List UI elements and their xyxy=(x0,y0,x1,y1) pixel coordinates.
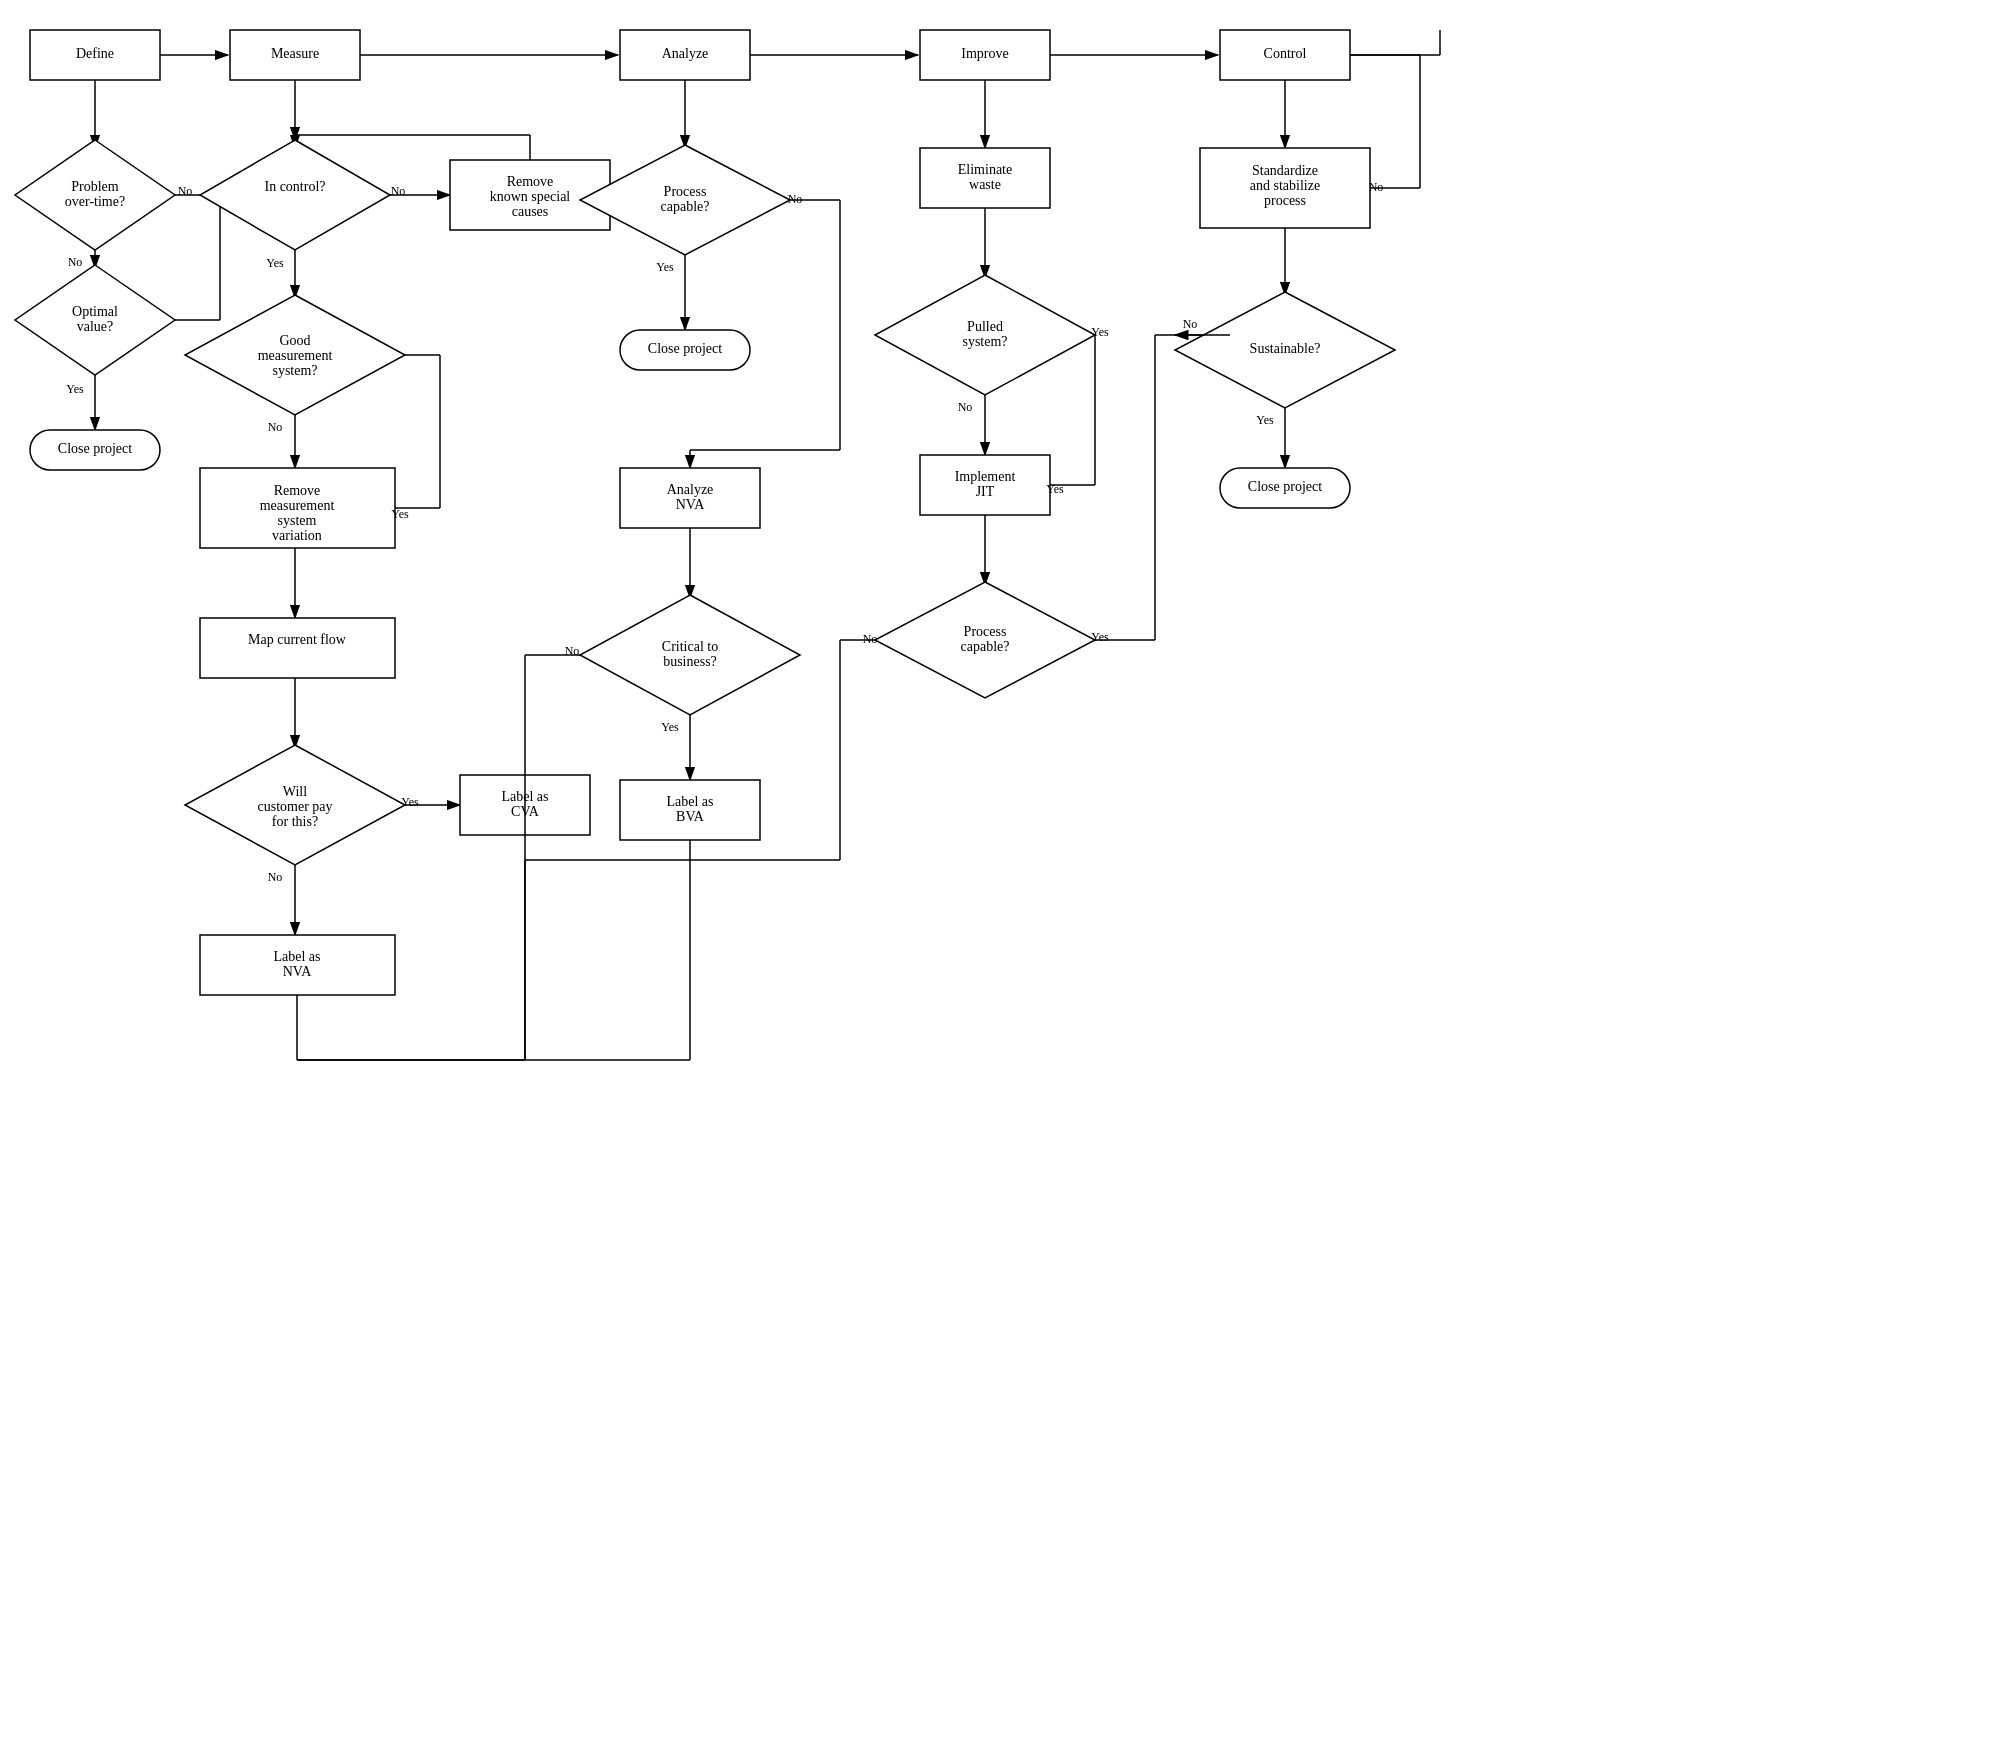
problem-overtime-text1: Problem xyxy=(71,179,119,194)
yes-label-process2: Yes xyxy=(1091,630,1109,644)
remove-special-text2: known special xyxy=(490,189,571,204)
remove-meas-text4: variation xyxy=(272,528,322,543)
process-cap1-text2: capable? xyxy=(661,199,710,214)
close-project-3-text: Close project xyxy=(1248,479,1322,494)
willpay-text3: for this? xyxy=(272,814,318,829)
map-current-flow-box xyxy=(200,618,395,678)
analyze-nva-text2: NVA xyxy=(676,497,705,512)
no-label-pulled: No xyxy=(958,400,973,414)
problem-overtime-text2: over-time? xyxy=(65,194,125,209)
process-cap2-text2: capable? xyxy=(961,639,1010,654)
analyze-nva-text1: Analyze xyxy=(667,482,714,497)
willpay-text1: Will xyxy=(283,784,307,799)
no-label-goodmeas: No xyxy=(268,420,283,434)
critical-text2: business? xyxy=(663,654,717,669)
process-cap2-text1: Process xyxy=(964,624,1007,639)
yes-label-pulled: Yes xyxy=(1091,325,1109,339)
sustainable-text: Sustainable? xyxy=(1250,341,1321,356)
define-label: Define xyxy=(76,46,114,61)
improve-label: Improve xyxy=(961,46,1008,61)
critical-text1: Critical to xyxy=(662,639,718,654)
standardize-text2: and stabilize xyxy=(1250,178,1320,193)
yes-label-incontrol: Yes xyxy=(266,256,284,270)
no-label-process1: No xyxy=(788,192,803,206)
yes-label-optimal: Yes xyxy=(66,382,84,396)
yes-label-willpay: Yes xyxy=(401,795,419,809)
no-label-process2: No xyxy=(863,632,878,646)
yes-label-jit: Yes xyxy=(1046,482,1064,496)
standardize-text3: process xyxy=(1264,193,1306,208)
jit-text1: Implement xyxy=(955,469,1016,484)
good-meas-text1: Good xyxy=(279,333,310,348)
eliminate-text2: waste xyxy=(969,177,1001,192)
label-bva-text2: BVA xyxy=(676,809,705,824)
pulled-text1: Pulled xyxy=(967,319,1003,334)
no-label-willpay: No xyxy=(268,870,283,884)
diamond-in-control xyxy=(200,140,390,250)
measure-label: Measure xyxy=(271,46,319,61)
map-current-text1: Map current flow xyxy=(248,632,347,647)
close-project-1-text: Close project xyxy=(58,441,132,456)
no-label-down-problem: No xyxy=(68,255,83,269)
willpay-text2: customer pay xyxy=(257,799,332,814)
diagram-container: Define Measure Analyze Improve Control P… xyxy=(0,0,2000,1754)
no-label-sustainable: No xyxy=(1183,317,1198,331)
label-nva-text1: Label as xyxy=(273,949,320,964)
yes-label-remove-meas: Yes xyxy=(391,507,409,521)
label-nva-text2: NVA xyxy=(283,964,312,979)
remove-special-text3: causes xyxy=(512,204,549,219)
process-cap1-text1: Process xyxy=(664,184,707,199)
jit-text2: JIT xyxy=(976,484,995,499)
optimal-value-text2: value? xyxy=(77,319,114,334)
yes-label-critical: Yes xyxy=(661,720,679,734)
analyze-label: Analyze xyxy=(662,46,709,61)
in-control-text1: In control? xyxy=(264,179,325,194)
remove-special-text1: Remove xyxy=(507,174,554,189)
no-label-standardize: No xyxy=(1369,180,1384,194)
label-bva-text1: Label as xyxy=(666,794,713,809)
yes-label-process1: Yes xyxy=(656,260,674,274)
pulled-text2: system? xyxy=(962,334,1007,349)
optimal-value-text1: Optimal xyxy=(72,304,118,319)
close-project-2-text: Close project xyxy=(648,341,722,356)
eliminate-text1: Eliminate xyxy=(958,162,1012,177)
control-label: Control xyxy=(1264,46,1307,61)
remove-meas-text3: system xyxy=(278,513,317,528)
good-meas-text3: system? xyxy=(272,363,317,378)
yes-label-sustainable: Yes xyxy=(1256,413,1274,427)
good-meas-text2: measurement xyxy=(258,348,333,363)
standardize-text1: Standardize xyxy=(1252,163,1318,178)
remove-meas-text1: Remove xyxy=(274,483,321,498)
remove-meas-text2: measurement xyxy=(260,498,335,513)
